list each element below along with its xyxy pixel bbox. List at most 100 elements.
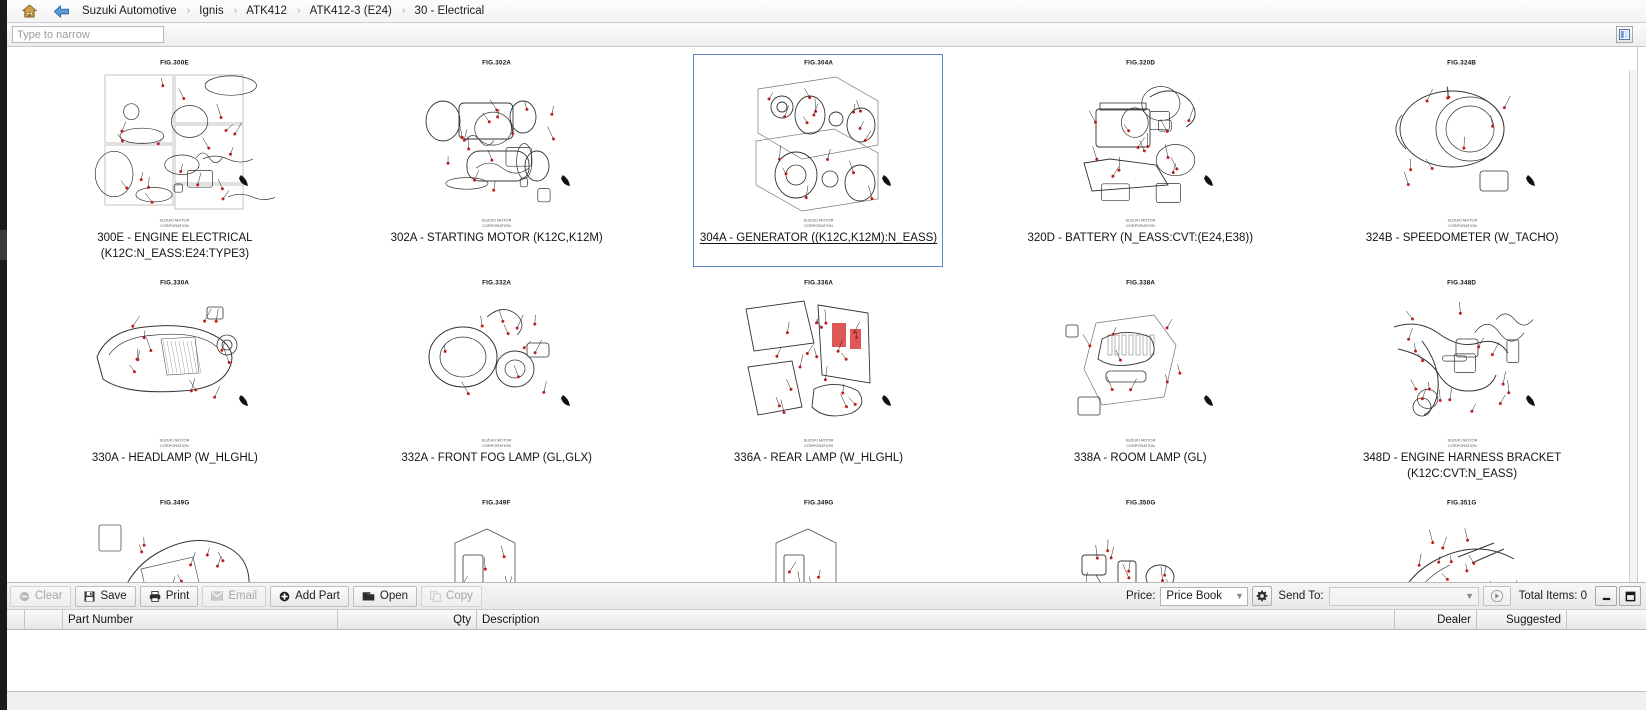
parts-toolbar: Clear Save Print Email Add Part Open Copy Pric… [0, 583, 1646, 610]
column-header-part[interactable]: Part Number [63, 610, 338, 629]
vertical-scrollbar[interactable] [1629, 70, 1637, 582]
figure-code: FIG.350G [1125, 499, 1156, 507]
copy-button: Copy [421, 585, 482, 607]
figure-cell[interactable]: FIG.338A SUZUKI MOTOR CORPORATION 338A - RO… [979, 267, 1301, 487]
parts-table-body[interactable] [0, 630, 1646, 692]
column-header-flag[interactable] [25, 610, 63, 629]
figure-cell[interactable]: FIG.320D SUZUKI MOTOR CORPORATION 320D - BA… [979, 47, 1301, 267]
email-button: Email [202, 585, 267, 607]
figure-thumbnail[interactable] [1040, 287, 1240, 437]
breadcrumb: Suzuki Automotive › Ignis › ATK412 › ATK… [0, 0, 1646, 23]
figure-cell[interactable]: FIG.351G [1301, 487, 1623, 582]
figure-copyright-caption: SUZUKI MOTOR CORPORATION [159, 437, 190, 449]
figure-label[interactable]: 302A - STARTING MOTOR (K12C,K12M) [391, 230, 603, 246]
figure-thumbnail[interactable] [1040, 67, 1240, 217]
figure-label[interactable]: 336A - REAR LAMP (W_HLGHL) [734, 450, 903, 466]
column-header-sugg[interactable]: Suggested [1477, 610, 1567, 629]
figure-label[interactable]: 338A - ROOM LAMP (GL) [1074, 450, 1207, 466]
figure-code: FIG.349G [803, 499, 834, 507]
figure-label[interactable]: 332A - FRONT FOG LAMP (GL,GLX) [401, 450, 592, 466]
figure-label[interactable]: 320D - BATTERY (N_EASS:CVT:(E24,E38)) [1027, 230, 1253, 246]
home-icon[interactable] [18, 4, 40, 18]
figure-cell-inner: FIG.338A SUZUKI MOTOR CORPORATION 338A - RO… [1015, 274, 1265, 487]
figure-thumbnail[interactable] [397, 507, 597, 582]
chevron-right-icon-2: › [296, 4, 301, 17]
figure-thumbnail[interactable] [718, 507, 918, 582]
go-arrow-icon[interactable] [1482, 586, 1511, 606]
figure-cell-inner: FIG.320D SUZUKI MOTOR CORPORATION 320D - BA… [1015, 54, 1265, 267]
back-arrow-icon[interactable] [50, 4, 72, 19]
figure-code: FIG.330A [160, 279, 190, 287]
figure-label[interactable]: 324B - SPEEDOMETER (W_TACHO) [1366, 230, 1559, 246]
figure-cell[interactable]: FIG.349G [14, 487, 336, 582]
figure-cell[interactable]: FIG.332A SUZUKI MOTOR CORPORATION 332A - FR… [336, 267, 658, 487]
figure-code: FIG.332A [482, 279, 512, 287]
print-button[interactable]: Print [139, 585, 199, 607]
figure-cell-inner: FIG.348D SUZUKI MOTOR CORPORATION 348D - EN… [1337, 274, 1587, 487]
breadcrumb-item-1[interactable]: Ignis [197, 5, 225, 17]
figure-label[interactable]: 348D - ENGINE HARNESS BRACKET (K12C:CVT:… [1340, 450, 1585, 482]
figure-code: FIG.338A [1125, 279, 1155, 287]
send-to-select[interactable]: ▼ [1328, 586, 1479, 606]
figure-thumbnail[interactable] [75, 287, 275, 437]
figure-copyright-caption: SUZUKI MOTOR CORPORATION [1125, 437, 1156, 449]
figure-cell-inner: FIG.350G [1015, 494, 1265, 582]
figure-cell[interactable]: FIG.304A SUZUKI MOTOR CORPORATION 304A - GE… [658, 47, 980, 267]
figure-code: FIG.304A [803, 59, 834, 67]
figure-cell-inner: FIG.330A SUZUKI MOTOR CORPORATION 330A - HE… [50, 274, 300, 487]
figure-label[interactable]: 304A - GENERATOR ((K12C,K12M):N_EASS) [700, 230, 937, 246]
clear-button: Clear [10, 585, 72, 607]
figure-cell[interactable]: FIG.349F [336, 487, 658, 582]
figure-cell-inner: FIG.324B SUZUKI MOTOR CORPORATION 324B - SP… [1337, 54, 1587, 267]
figure-cell[interactable]: FIG.330A SUZUKI MOTOR CORPORATION 330A - HE… [14, 267, 336, 487]
chevron-right-icon-1: › [233, 4, 238, 17]
figure-cell[interactable]: FIG.350G [979, 487, 1301, 582]
figure-cell[interactable]: FIG.300E SUZUKI MOTOR CORPORATION 300E - EN… [14, 47, 336, 267]
figure-thumbnail[interactable] [397, 287, 597, 437]
column-header-dealer[interactable]: Dealer [1395, 610, 1477, 629]
figure-thumbnail[interactable] [75, 67, 275, 217]
figure-cell[interactable]: FIG.336A SUZUKI MOTOR CORPORATION 336A - RE… [658, 267, 980, 487]
left-rail-handle[interactable] [0, 230, 7, 260]
column-header-desc[interactable]: Description [477, 610, 1395, 629]
figure-copyright-caption: SUZUKI MOTOR CORPORATION [803, 437, 834, 449]
figure-label[interactable]: 300E - ENGINE ELECTRICAL (K12C:N_EASS:E2… [52, 230, 297, 262]
price-select-value: Price Book [1166, 590, 1223, 602]
figure-thumbnail[interactable] [1362, 287, 1562, 437]
breadcrumb-item-4[interactable]: 30 - Electrical [413, 5, 487, 17]
gear-icon[interactable] [1252, 586, 1273, 606]
button-label: Add Part [295, 590, 340, 602]
save-button[interactable]: Save [75, 585, 136, 607]
print-icon [149, 590, 161, 602]
figure-cell[interactable]: FIG.324B SUZUKI MOTOR CORPORATION 324B - SP… [1301, 47, 1623, 267]
figure-grid-panel[interactable]: FIG.300E SUZUKI MOTOR CORPORATION 300E - EN… [0, 47, 1638, 582]
chevron-down-icon: ▼ [1234, 591, 1244, 601]
figure-thumbnail[interactable] [1362, 67, 1562, 217]
figure-cell-inner: FIG.332A SUZUKI MOTOR CORPORATION 332A - FR… [372, 274, 622, 487]
figure-thumbnail[interactable] [1362, 507, 1562, 582]
breadcrumb-item-0[interactable]: Suzuki Automotive [80, 5, 179, 17]
breadcrumb-item-3[interactable]: ATK412-3 (E24) [308, 5, 394, 17]
figure-thumbnail[interactable] [75, 507, 275, 582]
column-header-qty[interactable]: Qty [338, 610, 477, 629]
figure-thumbnail[interactable] [1040, 507, 1240, 582]
maximize-icon[interactable] [1619, 586, 1641, 606]
figure-cell-inner: FIG.336A SUZUKI MOTOR CORPORATION 336A - RE… [693, 274, 943, 487]
figure-label[interactable]: 330A - HEADLAMP (W_HLGHL) [92, 450, 258, 466]
parts-list-panel: Clear Save Print Email Add Part Open Copy Pric… [0, 582, 1646, 710]
search-input[interactable] [12, 26, 164, 43]
figure-thumbnail[interactable] [718, 287, 918, 437]
figure-thumbnail[interactable] [718, 67, 918, 217]
open-button[interactable]: Open [352, 585, 418, 607]
add-part-button[interactable]: Add Part [270, 585, 349, 607]
figure-copyright-caption: SUZUKI MOTOR CORPORATION [803, 217, 834, 229]
figure-cell[interactable]: FIG.302A SUZUKI MOTOR CORPORATION 302A - ST… [336, 47, 658, 267]
minimize-icon[interactable] [1595, 586, 1617, 606]
figure-cell-inner: FIG.300E SUZUKI MOTOR CORPORATION 300E - EN… [50, 54, 300, 267]
panel-layout-icon[interactable] [1616, 26, 1633, 43]
figure-cell[interactable]: FIG.349G [658, 487, 980, 582]
breadcrumb-item-2[interactable]: ATK412 [244, 5, 289, 17]
figure-cell[interactable]: FIG.348D SUZUKI MOTOR CORPORATION 348D - EN… [1301, 267, 1623, 487]
price-select[interactable]: Price Book ▼ [1160, 586, 1249, 606]
figure-thumbnail[interactable] [397, 67, 597, 217]
